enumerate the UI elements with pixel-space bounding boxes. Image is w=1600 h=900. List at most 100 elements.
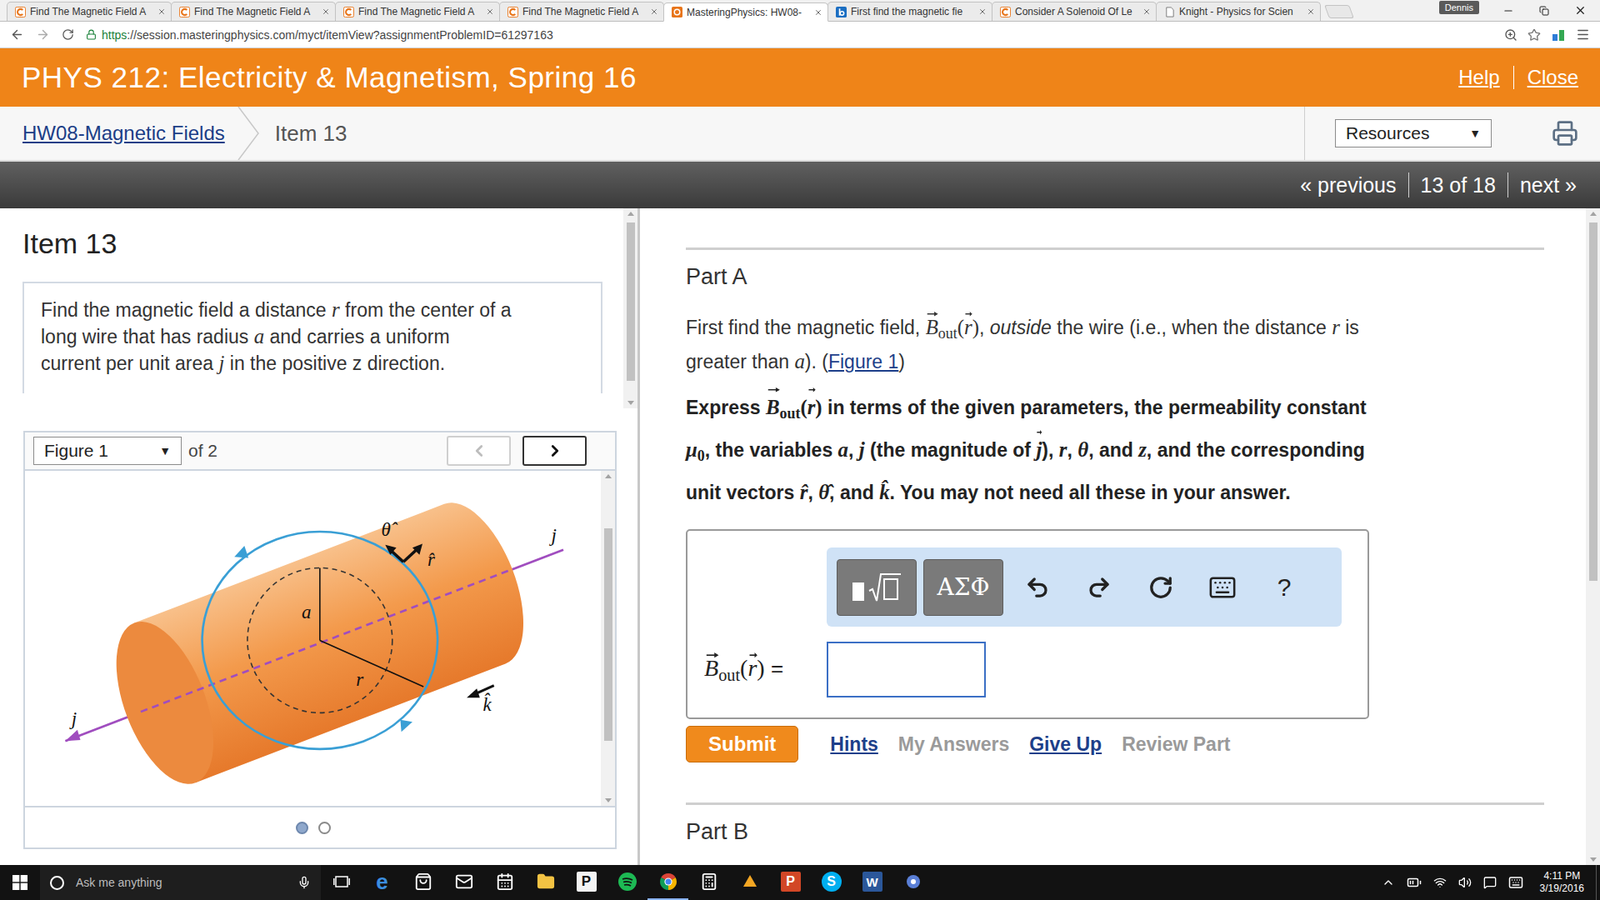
next-link[interactable]: next » bbox=[1507, 172, 1589, 198]
keyboard-button[interactable] bbox=[1195, 562, 1250, 613]
restore-icon[interactable] bbox=[1539, 5, 1550, 16]
browser-tab[interactable]: Find The Magnetic Field A bbox=[499, 1, 665, 21]
taskbar-app[interactable]: P bbox=[770, 865, 811, 900]
taskbar-app[interactable] bbox=[443, 865, 485, 900]
close-tab-icon[interactable] bbox=[157, 7, 166, 16]
figure-select[interactable]: Figure 1▼ bbox=[33, 436, 182, 465]
show-hidden-icons-icon[interactable] bbox=[1381, 875, 1395, 890]
browser-tab[interactable]: Consider A Solenoid Of Le bbox=[991, 1, 1157, 21]
browser-tab[interactable]: Find The Magnetic Field A bbox=[170, 1, 336, 21]
close-tab-icon[interactable] bbox=[1142, 7, 1151, 16]
symbols-button[interactable]: ΑΣΦ bbox=[923, 559, 1004, 616]
touch-keyboard-icon[interactable] bbox=[1508, 875, 1524, 890]
taskbar-app[interactable]: S bbox=[810, 865, 852, 900]
taskbar-app[interactable] bbox=[688, 865, 730, 900]
j-label: j bbox=[68, 708, 76, 730]
minimize-icon[interactable] bbox=[1502, 5, 1515, 17]
tab-label: Find The Magnetic Field A bbox=[30, 5, 154, 18]
reload-icon[interactable] bbox=[61, 28, 75, 41]
field-arrow-icon bbox=[400, 720, 412, 732]
url-field[interactable]: https://session.masteringphysics.com/myc… bbox=[85, 28, 1493, 42]
browser-tab[interactable]: Find The Magnetic Field A bbox=[6, 1, 172, 21]
browser-tab[interactable]: Knight - Physics for Scien bbox=[1155, 1, 1321, 21]
close-tab-icon[interactable] bbox=[485, 7, 495, 16]
close-tab-icon[interactable] bbox=[321, 7, 330, 16]
search-box[interactable]: Ask me anything bbox=[40, 865, 321, 900]
pager-dot[interactable] bbox=[295, 821, 309, 835]
taskbar-app[interactable]: W bbox=[851, 865, 893, 900]
back-icon[interactable] bbox=[10, 27, 25, 42]
task-view-icon bbox=[333, 875, 350, 889]
r-label: r bbox=[355, 669, 364, 690]
next-figure-button[interactable] bbox=[522, 435, 587, 466]
resources-select[interactable]: Resources▼ bbox=[1335, 119, 1492, 148]
text: , bbox=[848, 439, 860, 461]
new-tab-button[interactable] bbox=[1324, 5, 1355, 19]
taskbar-app[interactable]: P bbox=[565, 865, 607, 900]
zoom-icon[interactable] bbox=[1504, 28, 1518, 42]
pager-dot[interactable] bbox=[318, 821, 331, 835]
forward-icon[interactable] bbox=[35, 27, 50, 42]
figure-scrollbar[interactable] bbox=[600, 470, 615, 806]
previous-link[interactable]: « previous bbox=[1288, 172, 1408, 198]
action-link[interactable]: Give Up bbox=[1029, 733, 1102, 756]
text: and carries a uniform bbox=[264, 325, 450, 348]
taskbar-app[interactable]: e bbox=[361, 865, 403, 900]
task-view-button[interactable] bbox=[320, 865, 362, 900]
taskbar-app[interactable] bbox=[484, 865, 525, 900]
print-icon[interactable] bbox=[1551, 120, 1579, 147]
close-tab-icon[interactable] bbox=[814, 8, 823, 17]
clock[interactable]: 4:11 PM3/19/2016 bbox=[1535, 870, 1590, 895]
taskbar-app[interactable] bbox=[892, 865, 934, 900]
show-desktop-button[interactable] bbox=[1595, 865, 1600, 900]
vector-symbol: r bbox=[807, 389, 816, 426]
subscript: 0 bbox=[697, 447, 705, 465]
taskbar-app[interactable] bbox=[402, 865, 444, 900]
page-scrollbar[interactable] bbox=[1585, 208, 1600, 865]
scroll-thumb[interactable] bbox=[626, 222, 635, 381]
bookmark-star-icon[interactable] bbox=[1527, 28, 1541, 42]
vector-arrow-icon bbox=[926, 310, 939, 317]
assignment-link[interactable]: HW08-Magnetic Fields bbox=[0, 121, 225, 145]
answer-input[interactable] bbox=[826, 641, 986, 698]
previous-figure-button[interactable] bbox=[446, 435, 511, 466]
help-button[interactable]: ? bbox=[1256, 562, 1312, 613]
vector-symbol: B bbox=[765, 389, 780, 426]
profile-badge[interactable]: Dennis bbox=[1439, 0, 1480, 15]
undo-button[interactable] bbox=[1010, 562, 1065, 613]
redo-button[interactable] bbox=[1071, 562, 1127, 613]
taskbar-app[interactable] bbox=[525, 865, 566, 900]
start-button[interactable] bbox=[0, 865, 40, 900]
notifications-icon[interactable] bbox=[1483, 875, 1497, 890]
close-tab-icon[interactable] bbox=[1306, 7, 1315, 16]
taskbar-app[interactable] bbox=[606, 865, 648, 900]
close-tab-icon[interactable] bbox=[978, 7, 987, 16]
scroll-thumb[interactable] bbox=[1589, 222, 1598, 581]
wifi-icon[interactable] bbox=[1433, 875, 1447, 890]
templates-button[interactable] bbox=[836, 559, 917, 616]
chevron-right-icon bbox=[545, 441, 565, 460]
header-link[interactable]: Close bbox=[1513, 65, 1579, 90]
submit-button[interactable]: Submit bbox=[685, 725, 799, 763]
volume-icon[interactable] bbox=[1458, 875, 1472, 890]
taskbar-app[interactable] bbox=[647, 865, 689, 900]
header-link[interactable]: Help bbox=[1445, 65, 1500, 90]
taskbar-app[interactable] bbox=[729, 865, 770, 900]
battery-icon[interactable] bbox=[1406, 875, 1422, 890]
browser-tab[interactable]: MasteringPhysics: HW08- bbox=[663, 2, 829, 22]
close-tab-icon[interactable] bbox=[650, 7, 659, 16]
reset-button[interactable] bbox=[1133, 562, 1189, 613]
figure-link[interactable]: Figure 1 bbox=[828, 350, 899, 373]
calculator-icon bbox=[700, 872, 719, 891]
browser-tab[interactable]: Find The Magnetic Field A bbox=[335, 1, 500, 21]
extension-icon[interactable] bbox=[1550, 27, 1566, 43]
scrollbar[interactable] bbox=[623, 208, 638, 409]
browser-tab[interactable]: First find the magnetic fie bbox=[827, 1, 993, 21]
chegg-favicon-icon bbox=[179, 6, 190, 18]
text-line: First find the magnetic field, Bout(r), … bbox=[685, 313, 1561, 348]
browser-menu-icon[interactable] bbox=[1575, 27, 1590, 42]
scroll-thumb[interactable] bbox=[604, 528, 613, 741]
action-link[interactable]: Hints bbox=[830, 733, 879, 756]
close-window-icon[interactable] bbox=[1574, 4, 1587, 17]
mic-icon[interactable] bbox=[297, 875, 311, 890]
